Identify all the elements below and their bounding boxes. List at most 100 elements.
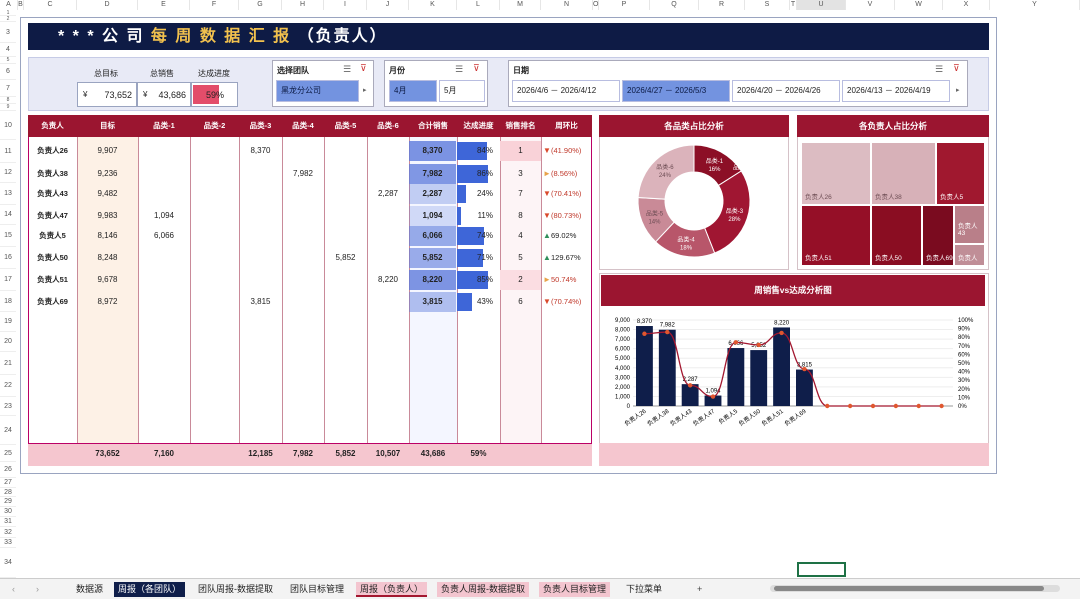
category-cell[interactable]: [282, 291, 324, 313]
treemap-block[interactable]: 负责人26: [801, 142, 871, 205]
owner-cell[interactable]: 负责人26: [28, 140, 77, 162]
column-header[interactable]: K: [409, 0, 457, 10]
treemap-block[interactable]: 负责人5: [936, 142, 985, 205]
category-cell[interactable]: [239, 225, 282, 247]
clear-filter-icon[interactable]: ⊽: [473, 63, 480, 74]
month-item-may[interactable]: 5月: [439, 80, 485, 102]
row-header[interactable]: 19: [0, 312, 16, 332]
achievement-point[interactable]: [870, 403, 876, 409]
treemap-block[interactable]: 负责人51: [801, 205, 871, 266]
row-header[interactable]: 27: [0, 478, 16, 488]
category-donut-chart[interactable]: 品类-116%品类-20%品类-328%品类-418%品类-514%品类-624…: [599, 137, 789, 270]
total-cell[interactable]: 8,370: [409, 141, 456, 161]
th-cat4[interactable]: 品类-4: [282, 115, 324, 137]
category-cell[interactable]: 8,220: [367, 269, 409, 291]
category-cell[interactable]: [282, 225, 324, 247]
row-header[interactable]: 15: [0, 225, 16, 247]
row-header[interactable]: 31: [0, 517, 16, 527]
row-header[interactable]: 28: [0, 488, 16, 497]
tab-scroll-right[interactable]: ›: [32, 582, 43, 597]
clear-filter-icon[interactable]: ⊽: [360, 63, 367, 74]
category-cell[interactable]: [324, 269, 367, 291]
category-cell[interactable]: [190, 163, 239, 185]
category-cell[interactable]: [138, 269, 190, 291]
wow-cell[interactable]: 129.67%: [551, 247, 591, 269]
column-header[interactable]: M: [500, 0, 541, 10]
progress-cell[interactable]: 43%: [457, 291, 497, 313]
th-cat3[interactable]: 品类-3: [239, 115, 282, 137]
rank-cell[interactable]: 7: [500, 184, 541, 204]
treemap-block[interactable]: 负责人: [954, 244, 985, 266]
row-header[interactable]: 7: [0, 80, 16, 97]
achievement-point[interactable]: [847, 403, 853, 409]
sales-vs-achievement-chart[interactable]: 9,000 8,000 7,000 6,000 5,000 4,000 3,000 2,000…: [601, 308, 987, 443]
sales-value-cell[interactable]: ¥43,686: [137, 82, 191, 107]
row-header[interactable]: 16: [0, 247, 16, 269]
total-value[interactable]: 7,160: [138, 443, 190, 465]
category-cell[interactable]: [239, 205, 282, 227]
column-header[interactable]: G: [239, 0, 282, 10]
row-header[interactable]: 21: [0, 352, 16, 375]
total-value[interactable]: 10,507: [367, 443, 409, 465]
sales-bar[interactable]: [727, 348, 745, 406]
owner-cell[interactable]: 负责人69: [28, 291, 77, 313]
owner-cell[interactable]: 负责人51: [28, 269, 77, 291]
total-value[interactable]: 12,185: [239, 443, 282, 465]
multi-select-icon[interactable]: ☰: [935, 64, 943, 75]
category-cell[interactable]: [367, 205, 409, 227]
th-progress[interactable]: 达成进度: [457, 115, 500, 137]
total-cell[interactable]: 2,287: [409, 184, 456, 204]
category-cell[interactable]: [239, 269, 282, 291]
column-header[interactable]: P: [599, 0, 650, 10]
category-cell[interactable]: [367, 291, 409, 313]
add-sheet-button[interactable]: +: [693, 582, 706, 597]
sheet-tab[interactable]: 负责人周报-数据提取: [437, 582, 529, 597]
progress-cell[interactable]: 86%: [457, 163, 497, 185]
target-cell[interactable]: 9,678: [77, 269, 138, 291]
category-cell[interactable]: 6,066: [138, 225, 190, 247]
column-header[interactable]: X: [943, 0, 990, 10]
tab-scroll-left[interactable]: ‹: [8, 582, 19, 597]
month-slicer[interactable]: 月份 ☰ ⊽ 4月 5月: [384, 60, 488, 107]
total-value[interactable]: 5,852: [324, 443, 367, 465]
row-header[interactable]: 12: [0, 163, 16, 183]
category-cell[interactable]: 1,094: [138, 205, 190, 227]
column-header[interactable]: D: [77, 0, 138, 10]
category-cell[interactable]: [282, 140, 324, 162]
achievement-point[interactable]: [825, 403, 830, 409]
achievement-point[interactable]: [939, 403, 944, 409]
owner-treemap-chart[interactable]: 负责人26 负责人38 负责人5 负责人51 负责人50 负责人69 负责人 43 负责人: [801, 142, 985, 266]
owner-cell[interactable]: 负责人5: [28, 225, 77, 247]
category-cell[interactable]: [190, 291, 239, 313]
row-header[interactable]: 8: [0, 97, 16, 104]
rank-cell[interactable]: 1: [500, 141, 541, 161]
scroll-arrow-icon[interactable]: ▸: [363, 86, 367, 94]
sheet-tab[interactable]: 周报（负责人）: [356, 582, 428, 597]
total-value[interactable]: 43,686: [409, 443, 457, 465]
column-header[interactable]: L: [457, 0, 500, 10]
multi-select-icon[interactable]: ☰: [343, 64, 351, 75]
wow-cell[interactable]: (70.41%): [551, 183, 591, 205]
column-header[interactable]: Q: [650, 0, 699, 10]
total-value[interactable]: 7,982: [282, 443, 324, 465]
date-item[interactable]: 2026/4/6 － 2026/4/12: [512, 80, 620, 102]
achievement-point[interactable]: [916, 403, 921, 409]
sheet-tab[interactable]: 数据源: [72, 582, 107, 597]
progress-cell[interactable]: 24%: [457, 183, 497, 205]
column-header[interactable]: J: [367, 0, 409, 10]
row-header[interactable]: 10: [0, 111, 16, 140]
wow-cell[interactable]: (8.56%): [551, 163, 591, 185]
category-cell[interactable]: 7,982: [282, 163, 324, 185]
target-cell[interactable]: 9,236: [77, 163, 138, 185]
category-cell[interactable]: [367, 140, 409, 162]
achievement-point[interactable]: [733, 340, 739, 345]
row-header[interactable]: 3: [0, 22, 16, 43]
category-cell[interactable]: [282, 183, 324, 205]
column-header[interactable]: E: [138, 0, 190, 10]
row-header[interactable]: 17: [0, 269, 16, 291]
th-target[interactable]: 目标: [77, 115, 138, 137]
row-header[interactable]: 20: [0, 332, 16, 352]
category-cell[interactable]: [138, 247, 190, 269]
sales-bar[interactable]: [636, 326, 653, 406]
date-item[interactable]: 2026/4/13 － 2026/4/19: [842, 80, 950, 102]
